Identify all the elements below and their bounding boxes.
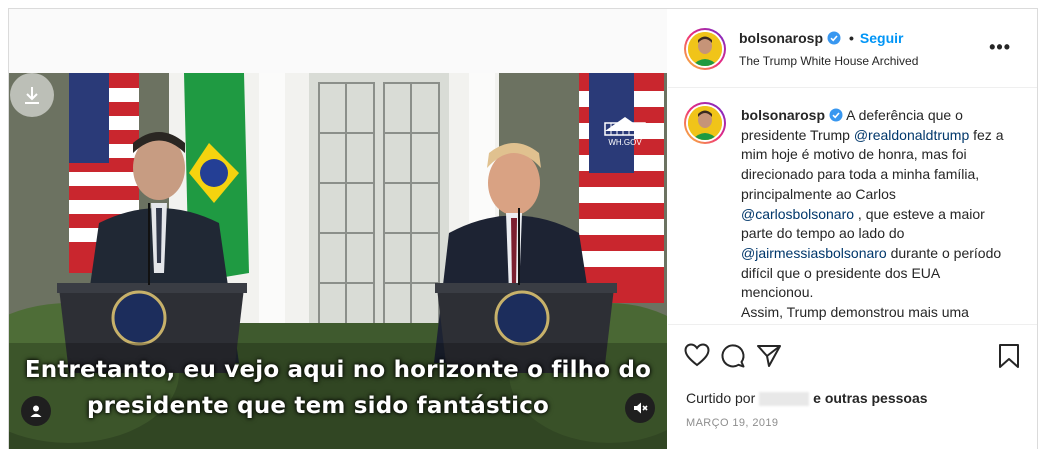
like-heart-icon[interactable] <box>684 343 710 367</box>
more-icon: ••• <box>989 37 1011 57</box>
mute-button[interactable] <box>625 393 655 423</box>
mention-carlosbolsonaro[interactable]: @carlosbolsonaro <box>741 206 854 222</box>
separator-dot: • <box>849 30 854 46</box>
media-panel: WH.GOV Entretanto, eu vejo aqui no horiz… <box>9 9 667 449</box>
post-header: bolsonarosp • Seguir The Trump White Hou… <box>668 9 1037 88</box>
save-bookmark-icon[interactable] <box>998 343 1020 369</box>
comment-username[interactable]: bolsonarosp <box>741 107 825 123</box>
verified-badge-icon <box>829 108 843 122</box>
more-options-button[interactable]: ••• <box>989 37 1011 58</box>
download-icon <box>25 87 39 104</box>
watermark-text: WH.GOV <box>608 138 642 147</box>
caption-part: Assim, Trump demonstrou mais uma <box>741 304 969 321</box>
header-user-row: bolsonarosp • Seguir <box>739 30 904 46</box>
comment-icon[interactable] <box>720 343 746 369</box>
download-button[interactable] <box>10 73 54 117</box>
mention-realdonaldtrump[interactable]: @realdonaldtrump <box>854 127 969 143</box>
subtitle-line-1: Entretanto, eu vejo aqui no horizonte o … <box>24 357 652 383</box>
video-player[interactable]: WH.GOV Entretanto, eu vejo aqui no horiz… <box>9 73 667 449</box>
mention-jairmessiasbolsonaro[interactable]: @jairmessiasbolsonaro <box>741 245 887 261</box>
post-card: WH.GOV Entretanto, eu vejo aqui no horiz… <box>8 8 1038 449</box>
location-link[interactable]: The Trump White House Archived <box>739 54 918 68</box>
comment-avatar[interactable] <box>684 102 726 144</box>
profile-photo <box>688 32 722 66</box>
username-link[interactable]: bolsonarosp <box>739 30 823 46</box>
follow-button[interactable]: Seguir <box>860 30 904 46</box>
likes-summary: Curtido por e outras pessoas <box>686 390 928 407</box>
caption-comment: bolsonarosp A deferência que o president… <box>668 88 1037 324</box>
action-bar: Curtido por e outras pessoas MARÇO 19, 2… <box>668 324 1037 450</box>
profile-photo <box>688 106 722 140</box>
white-house-logo: WH.GOV <box>597 111 653 147</box>
blurred-username <box>759 392 810 407</box>
subtitle-line-2: presidente que tem sido fantástico <box>86 393 550 419</box>
post-sidebar: bolsonarosp • Seguir The Trump White Hou… <box>668 9 1037 449</box>
muted-speaker-icon <box>634 402 648 414</box>
caption-text: bolsonarosp A deferência que o president… <box>741 106 1011 323</box>
tagged-users-button[interactable] <box>21 396 51 426</box>
post-date[interactable]: MARÇO 19, 2019 <box>686 417 778 429</box>
user-icon <box>30 405 42 417</box>
verified-badge-icon <box>827 31 841 45</box>
share-send-icon[interactable] <box>756 343 782 369</box>
likes-others-link[interactable]: e outras pessoas <box>813 390 927 406</box>
likes-prefix: Curtido por <box>686 390 756 406</box>
avatar[interactable] <box>684 28 726 70</box>
